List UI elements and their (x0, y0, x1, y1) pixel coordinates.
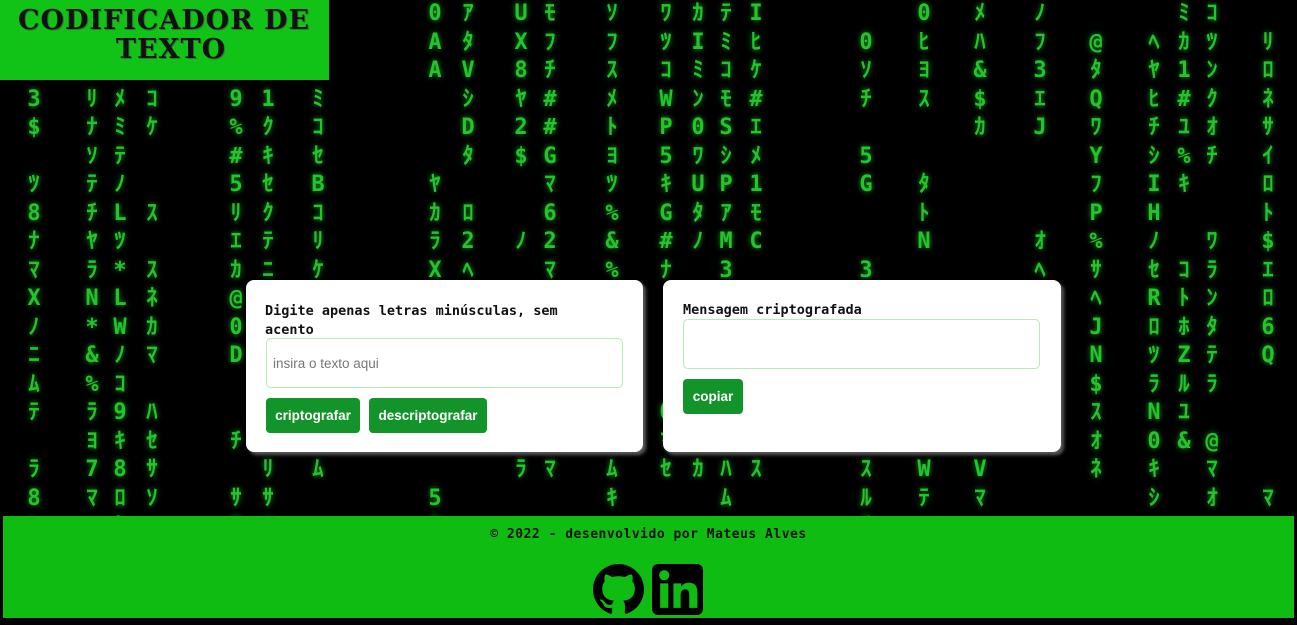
logo-line-2: TEXTO (115, 34, 227, 65)
input-instructions-label: Digite apenas letras minúsculas, sem ace… (265, 303, 558, 338)
rain-column: ﾐ ｶ 1 # ﾕ % ｷ ｺ ﾄ ﾎ Z ﾙ ﾕ & (1177, 1, 1191, 454)
encrypt-button[interactable]: criptografar (266, 398, 360, 433)
rain-column: 0 ｿ ﾁ 5 G 3 2 ｽ ﾙ ﾁ (859, 29, 873, 540)
copy-button[interactable]: copiar (683, 379, 743, 414)
input-card: Digite apenas letras minúsculas, sem ace… (246, 280, 643, 452)
rain-column: ﾀ ﾊ P 3 $ ﾂ 8 ﾅ ﾏ X ﾉ ﾆ ﾑ ﾃ ﾗ 8 % (27, 1, 41, 539)
output-field[interactable] (683, 319, 1040, 369)
footer-credit: © 2022 - desenvolvido por Mateus Alves (490, 527, 807, 542)
logo: CODIFICADOR DE TEXTO (0, 0, 329, 80)
logo-text: CODIFICADOR DE TEXTO (6, 6, 322, 64)
logo-line-1: CODIFICADOR DE (17, 5, 311, 36)
output-label: Mensagem criptografada (683, 302, 862, 318)
github-icon[interactable] (593, 564, 644, 615)
rain-column: ｺ ﾂ ﾝ ｸ ｵ ﾁ ﾜ ﾗ ﾝ ﾀ ﾃ ﾗ @ ﾏ ｵ (1205, 1, 1219, 511)
github-icon-glyph (593, 564, 644, 614)
rain-column: ﾍ ﾔ ﾋ ﾁ ｼ I H ﾉ ｾ R ﾛ ﾂ ﾗ N 0 ｷ ｼ (1147, 29, 1161, 511)
rain-column: ﾁ ﾒ ﾐ ﾃ ﾉ L ﾂ * L W ﾉ ｺ 9 ｷ 8 ﾛ ｾ (113, 58, 127, 539)
rain-column: ﾀ 9 % # 5 ﾘ ｴ ｶ @ 0 D ﾁ ｻ 9 (229, 58, 243, 539)
rain-column: 0 A A ﾔ ｶ ﾗ X 5 0 (428, 1, 442, 539)
decrypt-button[interactable]: descriptografar (369, 398, 487, 433)
output-card: Mensagem criptografada copiar (663, 280, 1061, 452)
linkedin-icon-glyph (652, 564, 703, 615)
footer: © 2022 - desenvolvido por Mateus Alves (3, 516, 1294, 618)
linkedin-icon[interactable] (652, 564, 703, 615)
rain-column: @ ﾀ Q ﾜ Y ﾌ P % ｻ ﾍ J N $ ｽ ｵ ﾈ (1089, 29, 1103, 483)
rain-column: ﾅ ﾀ 1 ｸ ｷ ｾ ｸ ﾃ ﾆ ｸ ﾐ ｵ ﾘ ｻ ﾂ (261, 30, 275, 540)
rain-column: ﾘ ﾛ ﾈ ｻ ｲ ﾛ ﾄ $ ｴ ﾛ 6 Q ﾏ (1261, 29, 1275, 511)
text-input[interactable] (266, 338, 623, 388)
